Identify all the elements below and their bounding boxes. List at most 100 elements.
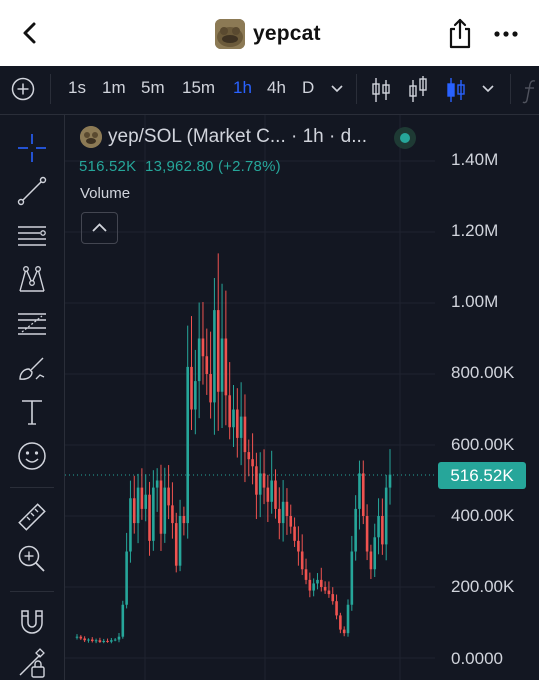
candle-body (251, 459, 254, 467)
candle-body (384, 487, 388, 545)
interval-1s[interactable]: 1s (68, 78, 86, 98)
interval-1m[interactable]: 1m (102, 78, 126, 98)
interval-1h[interactable]: 1h (233, 78, 252, 98)
lock-icon[interactable] (16, 647, 48, 679)
candle-body (87, 639, 90, 641)
emoji-icon[interactable] (16, 440, 48, 472)
last-price-tag: 516.52K (438, 462, 526, 489)
y-axis-tick: 200.00K (451, 577, 515, 596)
indicators-icon[interactable] (521, 78, 539, 104)
interval-5m[interactable]: 5m (141, 78, 165, 98)
chart-pane[interactable]: yep/SOL (Market C... · 1h · d... 516.52K… (65, 115, 539, 680)
candle-body (316, 579, 319, 584)
brush-icon[interactable] (16, 353, 48, 385)
candles-icon[interactable] (407, 74, 429, 104)
candle-body (381, 516, 384, 545)
candle-body (117, 636, 121, 640)
magnet-icon[interactable] (16, 605, 48, 637)
candle-body (388, 474, 392, 488)
candle-body (197, 338, 201, 382)
candle-body (106, 640, 109, 642)
header-title-group: yepcat (215, 19, 321, 49)
toolbar-divider (510, 74, 511, 104)
y-axis-tick: 400.00K (451, 506, 515, 525)
toolbar-divider (50, 74, 51, 104)
more-icon[interactable] (493, 24, 519, 44)
candle-body (148, 494, 151, 541)
candle-body (369, 551, 373, 570)
zoom-icon[interactable] (16, 543, 48, 575)
share-icon[interactable] (446, 17, 474, 49)
interval-d[interactable]: D (302, 78, 314, 98)
market-status-indicator (394, 127, 416, 149)
crosshair-icon[interactable] (16, 132, 48, 164)
candle-body (213, 310, 216, 403)
text-icon[interactable] (16, 396, 48, 428)
chevron-down-icon[interactable] (481, 84, 495, 94)
ruler-icon[interactable] (16, 501, 48, 533)
candle-body (285, 501, 289, 516)
fib-icon[interactable] (16, 308, 48, 340)
candle-body (94, 640, 98, 642)
trend-line-icon[interactable] (16, 175, 48, 207)
interval-toolbar: 1s 1m 5m 15m 1h 4h D (0, 66, 539, 115)
plus-circle-icon[interactable] (11, 77, 35, 101)
candle-body (266, 487, 270, 502)
pattern-icon[interactable] (16, 263, 48, 295)
candle-body (129, 498, 132, 552)
candle-body (312, 583, 315, 591)
candle-body (377, 516, 380, 538)
candle-body (239, 416, 243, 438)
bars-icon[interactable] (370, 76, 392, 104)
candle-body (335, 601, 338, 616)
horizontal-lines-icon[interactable] (16, 220, 48, 252)
candle-body (159, 480, 163, 534)
interval-4h[interactable]: 4h (267, 78, 286, 98)
hollow-candles-icon[interactable] (445, 76, 467, 104)
candle-body (304, 569, 308, 580)
token-avatar (215, 19, 245, 49)
candle-body (167, 487, 170, 506)
candle-body (171, 505, 174, 524)
toolbar-divider (356, 74, 357, 104)
header-bar: yepcat (0, 0, 539, 66)
candle-body (83, 638, 86, 641)
candle-body (121, 604, 125, 637)
candle-body (178, 516, 182, 566)
interval-15m[interactable]: 15m (182, 78, 215, 98)
candle-body (278, 508, 281, 524)
chevron-down-icon[interactable] (330, 84, 344, 94)
collapse-button[interactable] (81, 212, 118, 244)
candle-body (323, 587, 327, 591)
candle-body (258, 473, 262, 495)
y-axis-tick: 800.00K (451, 363, 515, 382)
candle-body (220, 338, 224, 392)
candle-body (232, 409, 235, 428)
candle-body (132, 498, 136, 524)
candle-body (270, 480, 273, 502)
candle-body (90, 639, 94, 641)
candle-body (205, 356, 209, 374)
candle-body (224, 338, 228, 396)
candle-body (136, 487, 140, 524)
chevron-left-icon[interactable] (18, 20, 44, 46)
candle-body (113, 639, 117, 641)
candle-body (228, 395, 231, 428)
candle-body (293, 526, 296, 541)
candle-body (186, 366, 189, 524)
page-title: yepcat (253, 22, 321, 45)
candle-body (79, 636, 83, 639)
candle-body (102, 640, 106, 643)
candle-body (331, 594, 335, 602)
candle-body (342, 629, 346, 634)
candle-body (350, 551, 354, 605)
candle-body (201, 338, 205, 357)
candle-body (346, 604, 350, 634)
candle-body (247, 452, 251, 460)
volume-indicator-label[interactable]: Volume (80, 185, 130, 202)
candle-body (297, 540, 300, 552)
candle-body (327, 590, 331, 595)
drawing-toolbar (0, 115, 65, 680)
legend-symbol-row[interactable]: yep/SOL (Market C... · 1h · d... (80, 126, 367, 148)
legend-change: 13,962.80 (+2.78%) (145, 158, 281, 175)
